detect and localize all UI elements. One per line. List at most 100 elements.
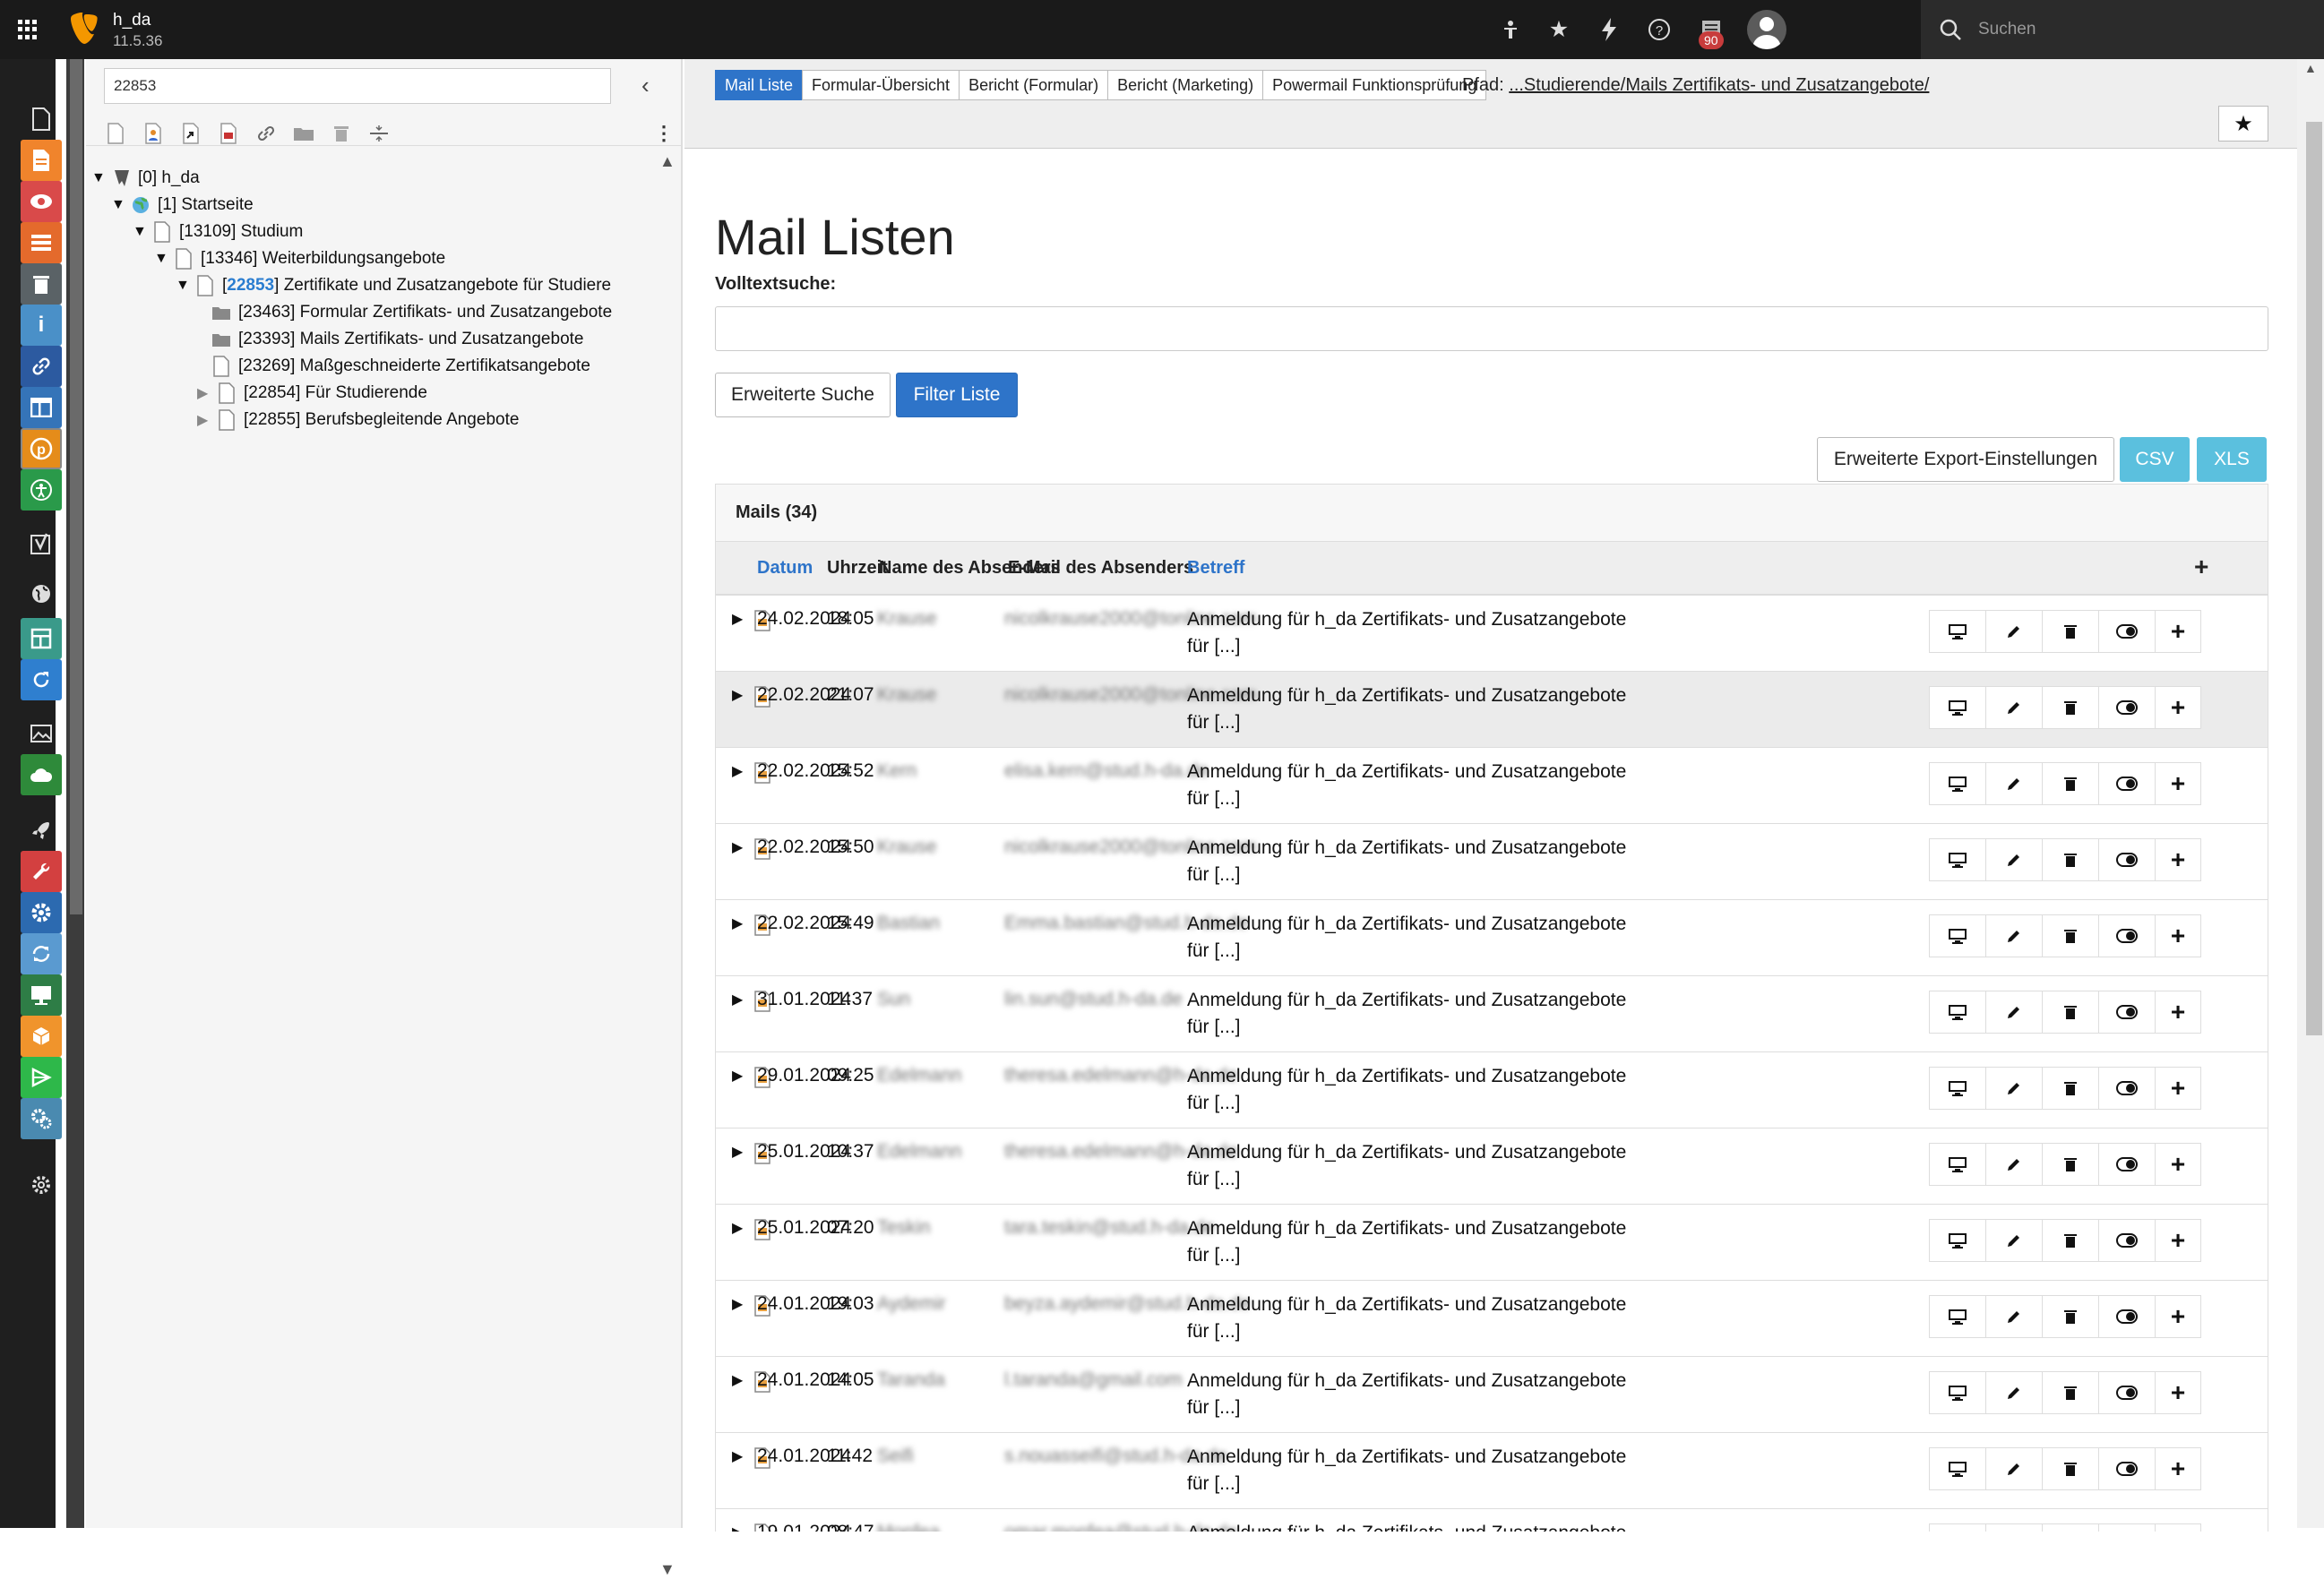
row-toggle-button[interactable]: [2098, 610, 2156, 653]
advanced-search-button[interactable]: Erweiterte Suche: [715, 373, 891, 417]
row-add-button[interactable]: +: [2155, 1067, 2201, 1110]
module-powermail-icon[interactable]: p: [21, 428, 62, 469]
table-row[interactable]: ▶ 24.01.2024 11:42 Seifi s.nouasseifi@stud.h…: [716, 1433, 2268, 1509]
row-delete-button[interactable]: [2042, 686, 2099, 729]
fulltext-search-input[interactable]: [715, 306, 2268, 351]
expand-row-icon[interactable]: ▶: [732, 1219, 743, 1237]
module-yoast-icon[interactable]: [21, 523, 62, 564]
module-view-icon[interactable]: [21, 181, 62, 222]
row-add-button[interactable]: +: [2155, 1295, 2201, 1338]
module-workspace-icon[interactable]: [21, 1057, 62, 1098]
row-edit-button[interactable]: [1985, 1219, 2043, 1262]
row-delete-button[interactable]: [2042, 1143, 2099, 1186]
export-csv-button[interactable]: CSV: [2120, 437, 2190, 482]
collapse-icon[interactable]: ▼: [133, 224, 152, 240]
module-page-icon[interactable]: [21, 99, 62, 140]
row-edit-button[interactable]: [1985, 1143, 2043, 1186]
collapse-tree-icon[interactable]: ‹: [641, 72, 650, 99]
tree-scroll-down-icon[interactable]: ▼: [659, 1560, 676, 1579]
table-row[interactable]: ▶ 24.01.2024 19:03 Aydemir beyza.aydemir@stu…: [716, 1281, 2268, 1357]
new-link-icon[interactable]: [254, 122, 278, 145]
module-scheduler-icon[interactable]: [21, 1098, 62, 1139]
row-preview-button[interactable]: [1929, 914, 1986, 957]
module-link-validator-icon[interactable]: [21, 346, 62, 387]
row-edit-button[interactable]: [1985, 838, 2043, 881]
expand-row-icon[interactable]: ▶: [732, 1447, 743, 1465]
expand-icon[interactable]: ▶: [197, 384, 217, 402]
tree-scroll-up-icon[interactable]: ▲: [659, 152, 676, 171]
bookmark-button[interactable]: ★: [2218, 106, 2268, 142]
row-add-button[interactable]: +: [2155, 762, 2201, 805]
expand-row-icon[interactable]: ▶: [732, 1143, 743, 1161]
new-page-icon[interactable]: [104, 122, 127, 145]
row-edit-button[interactable]: [1985, 991, 2043, 1034]
row-preview-button[interactable]: [1929, 686, 1986, 729]
typo3-logo-icon[interactable]: [68, 13, 100, 45]
table-row[interactable]: ▶ 22.02.2024 15:52 Kern elisa.kern@stud.h-da…: [716, 748, 2268, 824]
row-toggle-button[interactable]: [2098, 762, 2156, 805]
system-information-icon[interactable]: [1496, 15, 1525, 44]
row-add-button[interactable]: +: [2155, 1219, 2201, 1262]
module-sync-icon[interactable]: [21, 933, 62, 974]
module-settings-icon[interactable]: [21, 892, 62, 933]
divider-icon[interactable]: [367, 122, 391, 145]
row-preview-button[interactable]: [1929, 1447, 1986, 1490]
row-toggle-button[interactable]: [2098, 1295, 2156, 1338]
expand-icon[interactable]: ▶: [197, 411, 217, 429]
row-add-button[interactable]: +: [2155, 914, 2201, 957]
tree-node-weiterbildungsangebote[interactable]: ▼ [13346] Weiterbildungsangebote: [154, 245, 445, 272]
collapse-icon[interactable]: ▼: [154, 251, 174, 267]
row-toggle-button[interactable]: [2098, 686, 2156, 729]
tree-filter-input[interactable]: [104, 68, 611, 104]
expand-row-icon[interactable]: ▶: [732, 1371, 743, 1389]
tree-node-root[interactable]: ▼ [0] h_da: [91, 165, 200, 192]
tab-powermail-funktionspruefung[interactable]: Powermail Funktionsprüfung: [1262, 70, 1487, 100]
tree-more-options-icon[interactable]: ⋮: [654, 122, 674, 145]
help-icon[interactable]: ?: [1645, 15, 1674, 44]
breadcrumb-link[interactable]: ...Studierende/Mails Zertifikats- und Zu…: [1509, 75, 1929, 95]
export-xls-button[interactable]: XLS: [2197, 437, 2267, 482]
table-row[interactable]: ▶ 31.01.2024 11:37 Sun lin.sun@stud.h-da.de A…: [716, 976, 2268, 1052]
user-avatar[interactable]: [1747, 10, 1786, 49]
module-cloud-icon[interactable]: [21, 754, 62, 795]
row-toggle-button[interactable]: [2098, 1219, 2156, 1262]
expand-row-icon[interactable]: ▶: [732, 914, 743, 932]
row-add-button[interactable]: +: [2155, 686, 2201, 729]
expand-row-icon[interactable]: ▶: [732, 610, 743, 628]
module-layout-icon[interactable]: [21, 387, 62, 428]
row-delete-button[interactable]: [2042, 838, 2099, 881]
table-row[interactable]: ▶ 25.01.2024 07:20 Teskin tara.teskin@stud.h…: [716, 1205, 2268, 1281]
table-row[interactable]: ▶ 25.01.2024 10:37 Edelmann theresa.edelmann…: [716, 1128, 2268, 1205]
row-add-button[interactable]: +: [2155, 1143, 2201, 1186]
module-sidebar-scrollbar[interactable]: [66, 59, 84, 1528]
expand-row-icon[interactable]: ▶: [732, 686, 743, 704]
filter-list-button[interactable]: Filter Liste: [896, 373, 1018, 417]
export-settings-button[interactable]: Erweiterte Export-Einstellungen: [1817, 437, 2114, 482]
collapse-icon[interactable]: ▼: [176, 278, 195, 294]
module-refresh-icon[interactable]: [21, 659, 62, 700]
table-row[interactable]: ▶19.01.202408:47Monfeaomar.monfea@stud.h…: [716, 1509, 2268, 1532]
module-list-icon[interactable]: [21, 222, 62, 263]
row-preview-button[interactable]: [1929, 1371, 1986, 1414]
global-search-input[interactable]: [1978, 20, 2301, 39]
row-delete-button[interactable]: [2042, 1371, 2099, 1414]
expand-row-icon[interactable]: ▶: [732, 762, 743, 780]
new-folder-icon[interactable]: [292, 122, 315, 145]
row-delete-button[interactable]: [2042, 1295, 2099, 1338]
row-preview-button[interactable]: [1929, 762, 1986, 805]
tab-formular-uebersicht[interactable]: Formular-Übersicht: [802, 70, 960, 100]
expand-row-icon[interactable]: ▶: [732, 838, 743, 856]
tree-node-berufsbegleitende[interactable]: ▶ [22855] Berufsbegleitende Angebote: [197, 407, 519, 433]
row-toggle-button[interactable]: [2098, 1447, 2156, 1490]
recycler-icon[interactable]: [330, 122, 353, 145]
row-preview-button[interactable]: [1929, 1295, 1986, 1338]
tree-node-startseite[interactable]: ▼ [1] Startseite: [111, 192, 254, 219]
module-template-icon[interactable]: [21, 618, 62, 659]
row-edit-button[interactable]: [1985, 1067, 2043, 1110]
new-external-link-icon[interactable]: [217, 122, 240, 145]
row-toggle-button[interactable]: [2098, 1371, 2156, 1414]
row-preview-button[interactable]: [1929, 991, 1986, 1034]
module-rocket-icon[interactable]: [21, 810, 62, 851]
row-delete-button[interactable]: [2042, 1067, 2099, 1110]
table-row[interactable]: ▶ 24.02.2024 18:05 Krause nicolkrause2000@to…: [716, 596, 2268, 672]
